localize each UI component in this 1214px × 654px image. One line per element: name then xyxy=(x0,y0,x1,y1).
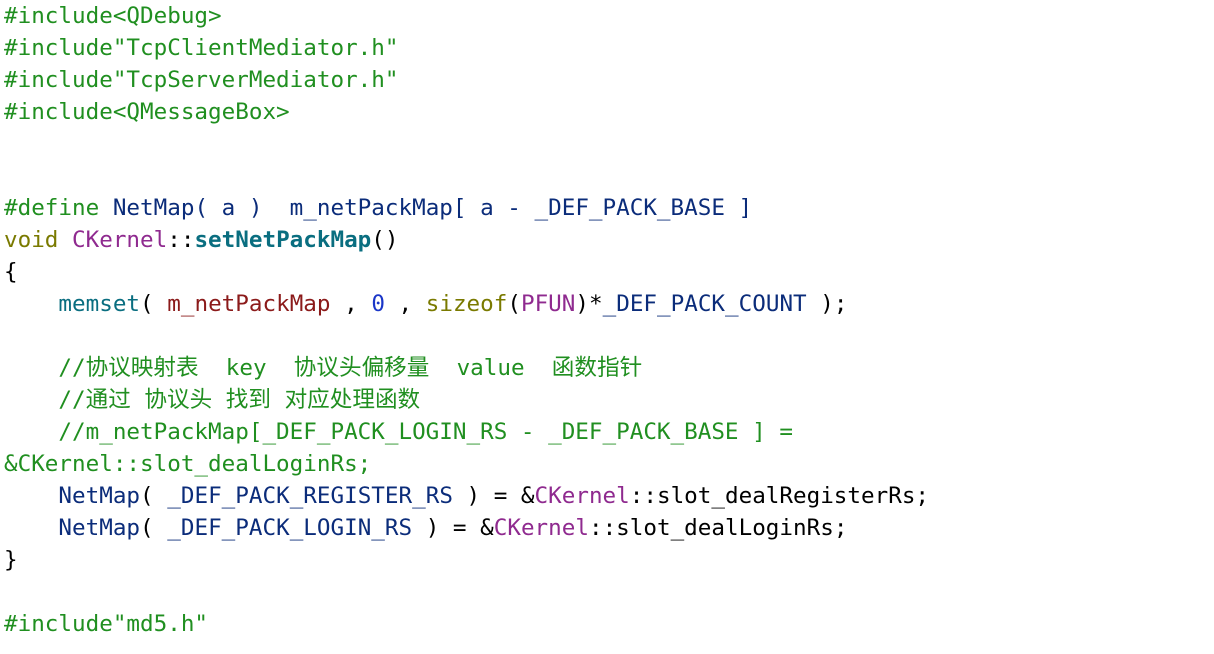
code-token: setNetPackMap xyxy=(194,227,372,253)
code-token: _DEF_PACK_COUNT xyxy=(602,291,807,317)
code-token: #define xyxy=(4,195,113,221)
code-line: #include<QDebug> xyxy=(4,0,1210,32)
code-token: { xyxy=(4,259,18,285)
code-token: () xyxy=(371,227,399,253)
code-line: #include<QMessageBox> xyxy=(4,96,1210,128)
code-token: , xyxy=(384,291,426,317)
code-token: } xyxy=(4,547,18,573)
code-line: //m_netPackMap[_DEF_PACK_LOGIN_RS - _DEF… xyxy=(4,416,1210,448)
code-line: NetMap( _DEF_PACK_LOGIN_RS ) = &CKernel:… xyxy=(4,512,1210,544)
code-token: NetMap xyxy=(58,483,141,509)
code-token: ( xyxy=(140,291,168,317)
code-token: CKernel xyxy=(493,515,589,541)
code-token: ); xyxy=(806,291,848,317)
code-line: &CKernel::slot_dealLoginRs; xyxy=(4,448,1210,480)
code-line: #include"TcpServerMediator.h" xyxy=(4,64,1210,96)
code-line: //协议映射表 key 协议头偏移量 value 函数指针 xyxy=(4,352,1210,384)
code-token: :: xyxy=(167,227,195,253)
code-token: #include"TcpServerMediator.h" xyxy=(4,67,399,93)
code-line: { xyxy=(4,256,1210,288)
code-token: //m_netPackMap[_DEF_PACK_LOGIN_RS - _DEF… xyxy=(4,419,793,445)
code-token: #include"md5.h" xyxy=(4,611,209,637)
code-token: ) = & xyxy=(412,515,494,541)
code-token: //通过 协议头 找到 对应处理函数 xyxy=(4,387,421,413)
code-token: ::slot_dealRegisterRs; xyxy=(629,483,930,509)
code-token: sizeof xyxy=(425,291,508,317)
code-token: #include"TcpClientMediator.h" xyxy=(4,35,399,61)
code-token: CKernel xyxy=(534,483,630,509)
code-line: #include"TcpClientMediator.h" xyxy=(4,32,1210,64)
code-token: ( xyxy=(140,483,168,509)
code-line: } xyxy=(4,544,1210,576)
code-token: void xyxy=(4,227,73,253)
code-line: NetMap( _DEF_PACK_REGISTER_RS ) = &CKern… xyxy=(4,480,1210,512)
code-line: memset( m_netPackMap , 0 , sizeof(PFUN)*… xyxy=(4,288,1210,320)
code-token: &CKernel::slot_dealLoginRs; xyxy=(4,451,372,477)
code-token: NetMap xyxy=(58,515,141,541)
code-token: ( xyxy=(140,515,168,541)
code-line: //通过 协议头 找到 对应处理函数 xyxy=(4,384,1210,416)
code-line: #include"md5.h" xyxy=(4,608,1210,640)
code-line: void CKernel::setNetPackMap() xyxy=(4,224,1210,256)
code-editor-view[interactable]: #include<QDebug> #include"TcpClientMediat… xyxy=(4,0,1210,654)
code-token: CKernel xyxy=(72,227,168,253)
code-token: #include<QMessageBox> xyxy=(4,99,290,125)
code-token: NetMap( a ) m_netPackMap[ a - _DEF_PACK_… xyxy=(112,195,753,221)
code-token: memset xyxy=(58,291,141,317)
code-token: _DEF_PACK_LOGIN_RS xyxy=(167,515,413,541)
code-token: ::slot_dealLoginRs; xyxy=(588,515,848,541)
code-token: , xyxy=(330,291,372,317)
code-token: PFUN xyxy=(520,291,576,317)
code-token: ) = & xyxy=(452,483,535,509)
code-token: ( xyxy=(507,291,521,317)
code-token: )* xyxy=(575,291,603,317)
code-line: #define NetMap( a ) m_netPackMap[ a - _D… xyxy=(4,192,1210,224)
code-token: 0 xyxy=(371,291,385,317)
code-token: _DEF_PACK_REGISTER_RS xyxy=(167,483,453,509)
code-token: #include<QDebug> xyxy=(4,3,222,29)
code-token: m_netPackMap xyxy=(167,291,331,317)
code-token: //协议映射表 key 协议头偏移量 value 函数指针 xyxy=(4,355,643,381)
